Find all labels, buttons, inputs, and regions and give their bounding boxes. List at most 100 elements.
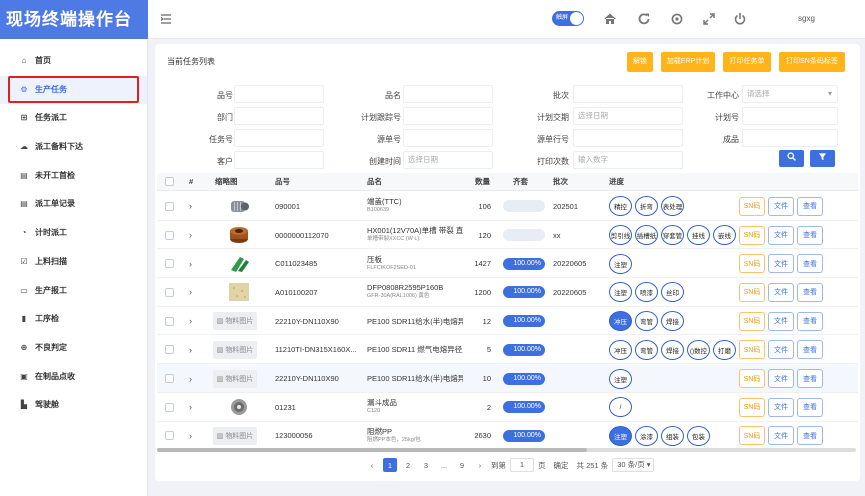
product-input[interactable]: [742, 129, 838, 147]
sidebar-item-2[interactable]: ⊞ 任务派工: [0, 104, 147, 133]
settings-icon[interactable]: [670, 12, 684, 26]
process-step[interactable]: /: [609, 397, 632, 418]
load-erp-plan-button[interactable]: 加载ERP计划: [661, 52, 715, 72]
sidebar-item-6[interactable]: ◔ 计时派工: [0, 219, 147, 248]
row-checkbox[interactable]: [165, 249, 177, 278]
goto-page-input[interactable]: 1: [510, 458, 534, 472]
file-button[interactable]: 文件: [768, 340, 794, 360]
sidebar-item-0[interactable]: ⌂ 首页: [0, 47, 147, 76]
view-button[interactable]: 查看: [797, 340, 823, 360]
process-step[interactable]: 弯管: [635, 311, 658, 332]
process-step[interactable]: 折弯: [635, 196, 658, 217]
unlock-button[interactable]: 解锁: [627, 52, 653, 72]
view-button[interactable]: 查看: [797, 369, 823, 389]
table-row[interactable]: › ▨ 物料图片 123000056 阻燃PP 阻燃PP本色，25kg/包 2630 100.…: [157, 421, 858, 448]
process-step[interactable]: 挂线: [687, 225, 710, 246]
sn-code-button[interactable]: SN码: [739, 369, 765, 389]
page-button[interactable]: 9: [455, 458, 469, 472]
plan-no-input[interactable]: [742, 107, 838, 125]
page-button[interactable]: 1: [383, 458, 397, 472]
sidebar-item-4[interactable]: ▤ 未开工首检: [0, 162, 147, 191]
user-name[interactable]: sgxg: [798, 14, 815, 23]
row-checkbox[interactable]: [165, 393, 177, 422]
sn-code-button[interactable]: SN码: [739, 254, 765, 274]
table-row[interactable]: › A010100207 DFP0808R2595P160B GFR-30A(RAL1…: [157, 278, 858, 307]
print-task-sheet-button[interactable]: 打印任务单: [723, 52, 771, 72]
pinhao-input[interactable]: [234, 85, 324, 103]
process-step[interactable]: 打磨: [713, 339, 736, 360]
refresh-icon[interactable]: [637, 12, 651, 26]
process-step[interactable]: 涂漆: [635, 425, 658, 446]
menu-toggle-icon[interactable]: [160, 13, 172, 25]
expand-chevron-icon[interactable]: ›: [189, 393, 199, 422]
page-button[interactable]: 3: [419, 458, 433, 472]
sn-code-button[interactable]: SN码: [739, 426, 765, 446]
sidebar-item-9[interactable]: ▮ 工序检: [0, 305, 147, 334]
process-step[interactable]: 精控: [609, 196, 632, 217]
customer-input[interactable]: [234, 151, 324, 169]
process-step[interactable]: 焊接: [661, 311, 684, 332]
process-step[interactable]: 包装: [687, 425, 710, 446]
table-row[interactable]: › ▨ 物料图片 22210Y-DN110X90 PE100 SDR11给水(半)电熔异…: [157, 364, 858, 393]
file-button[interactable]: 文件: [768, 369, 794, 389]
sn-code-button[interactable]: SN码: [739, 340, 765, 360]
table-row[interactable]: › 0000000112070 HX001(12V70A)单槽 带裂 直月 单槽带裂X…: [157, 220, 858, 250]
process-step[interactable]: 冲压: [609, 339, 632, 360]
sn-code-button[interactable]: SN码: [739, 225, 765, 245]
touch-screen-toggle[interactable]: 触屏: [552, 11, 584, 26]
expand-chevron-icon[interactable]: ›: [189, 422, 199, 448]
process-step[interactable]: 剪引线: [609, 225, 632, 246]
expand-chevron-icon[interactable]: ›: [189, 221, 199, 250]
process-step[interactable]: 焊接: [661, 339, 684, 360]
process-step[interactable]: 插槽纸: [635, 225, 658, 246]
file-button[interactable]: 文件: [768, 397, 794, 417]
file-button[interactable]: 文件: [768, 311, 794, 331]
process-step[interactable]: 丝印: [661, 282, 684, 303]
table-row[interactable]: › ▨ 物料图片 11210TI-DN315X160X... PE100 SDR11 燃…: [157, 335, 858, 365]
expand-chevron-icon[interactable]: ›: [189, 278, 199, 307]
source-no-input[interactable]: [403, 129, 493, 147]
task-no-input[interactable]: [234, 129, 324, 147]
print-sn-label-button[interactable]: 打印SN条码标签: [779, 52, 845, 72]
file-button[interactable]: 文件: [768, 254, 794, 274]
sidebar-item-3[interactable]: ☁ 派工备料下达: [0, 133, 147, 162]
workcenter-select[interactable]: 请选择: [742, 85, 838, 103]
select-all-checkbox[interactable]: [165, 177, 174, 186]
plan-track-input[interactable]: [403, 107, 493, 125]
row-checkbox[interactable]: [165, 192, 177, 221]
created-date-picker[interactable]: 选择日期: [403, 151, 493, 169]
file-button[interactable]: 文件: [768, 282, 794, 302]
bumen-input[interactable]: [234, 107, 324, 125]
power-icon[interactable]: [733, 12, 747, 26]
table-row[interactable]: › ▨ 物料图片 22210Y-DN110X90 PE100 SDR11给水(半)电熔异…: [157, 306, 858, 336]
process-step[interactable]: 穿套管: [661, 225, 684, 246]
process-step[interactable]: 喷漆: [635, 282, 658, 303]
row-checkbox[interactable]: [165, 221, 177, 250]
file-button[interactable]: 文件: [768, 426, 794, 446]
page-button[interactable]: ...: [437, 458, 451, 472]
sidebar-item-10[interactable]: ⊕ 不良判定: [0, 334, 147, 363]
row-checkbox[interactable]: [165, 307, 177, 336]
expand-chevron-icon[interactable]: ›: [189, 336, 199, 365]
sidebar-item-12[interactable]: ▙ 驾驶舱: [0, 391, 147, 420]
sn-code-button[interactable]: SN码: [739, 196, 765, 216]
view-button[interactable]: 查看: [797, 196, 823, 216]
home-icon[interactable]: [603, 12, 617, 26]
file-button[interactable]: 文件: [768, 225, 794, 245]
pinming-input[interactable]: [403, 85, 493, 103]
row-checkbox[interactable]: [165, 422, 177, 448]
sidebar-item-7[interactable]: ☑ 上料扫描: [0, 248, 147, 277]
source-line-input[interactable]: [573, 129, 683, 147]
sn-code-button[interactable]: SN码: [739, 397, 765, 417]
horizontal-scrollbar[interactable]: [157, 448, 856, 452]
view-button[interactable]: 查看: [797, 426, 823, 446]
fullscreen-icon[interactable]: [702, 12, 716, 26]
scrollbar-thumb[interactable]: [157, 448, 587, 452]
pici-input[interactable]: [573, 85, 683, 103]
sidebar-item-5[interactable]: ▤ 派工单记录: [0, 190, 147, 219]
process-step[interactable]: 注塑: [609, 253, 632, 274]
process-step[interactable]: ()数控: [687, 339, 710, 360]
process-step[interactable]: 嵌线: [713, 225, 736, 246]
process-step[interactable]: 注塑: [609, 425, 632, 446]
sidebar-item-11[interactable]: ▣ 在制品点收: [0, 363, 147, 392]
